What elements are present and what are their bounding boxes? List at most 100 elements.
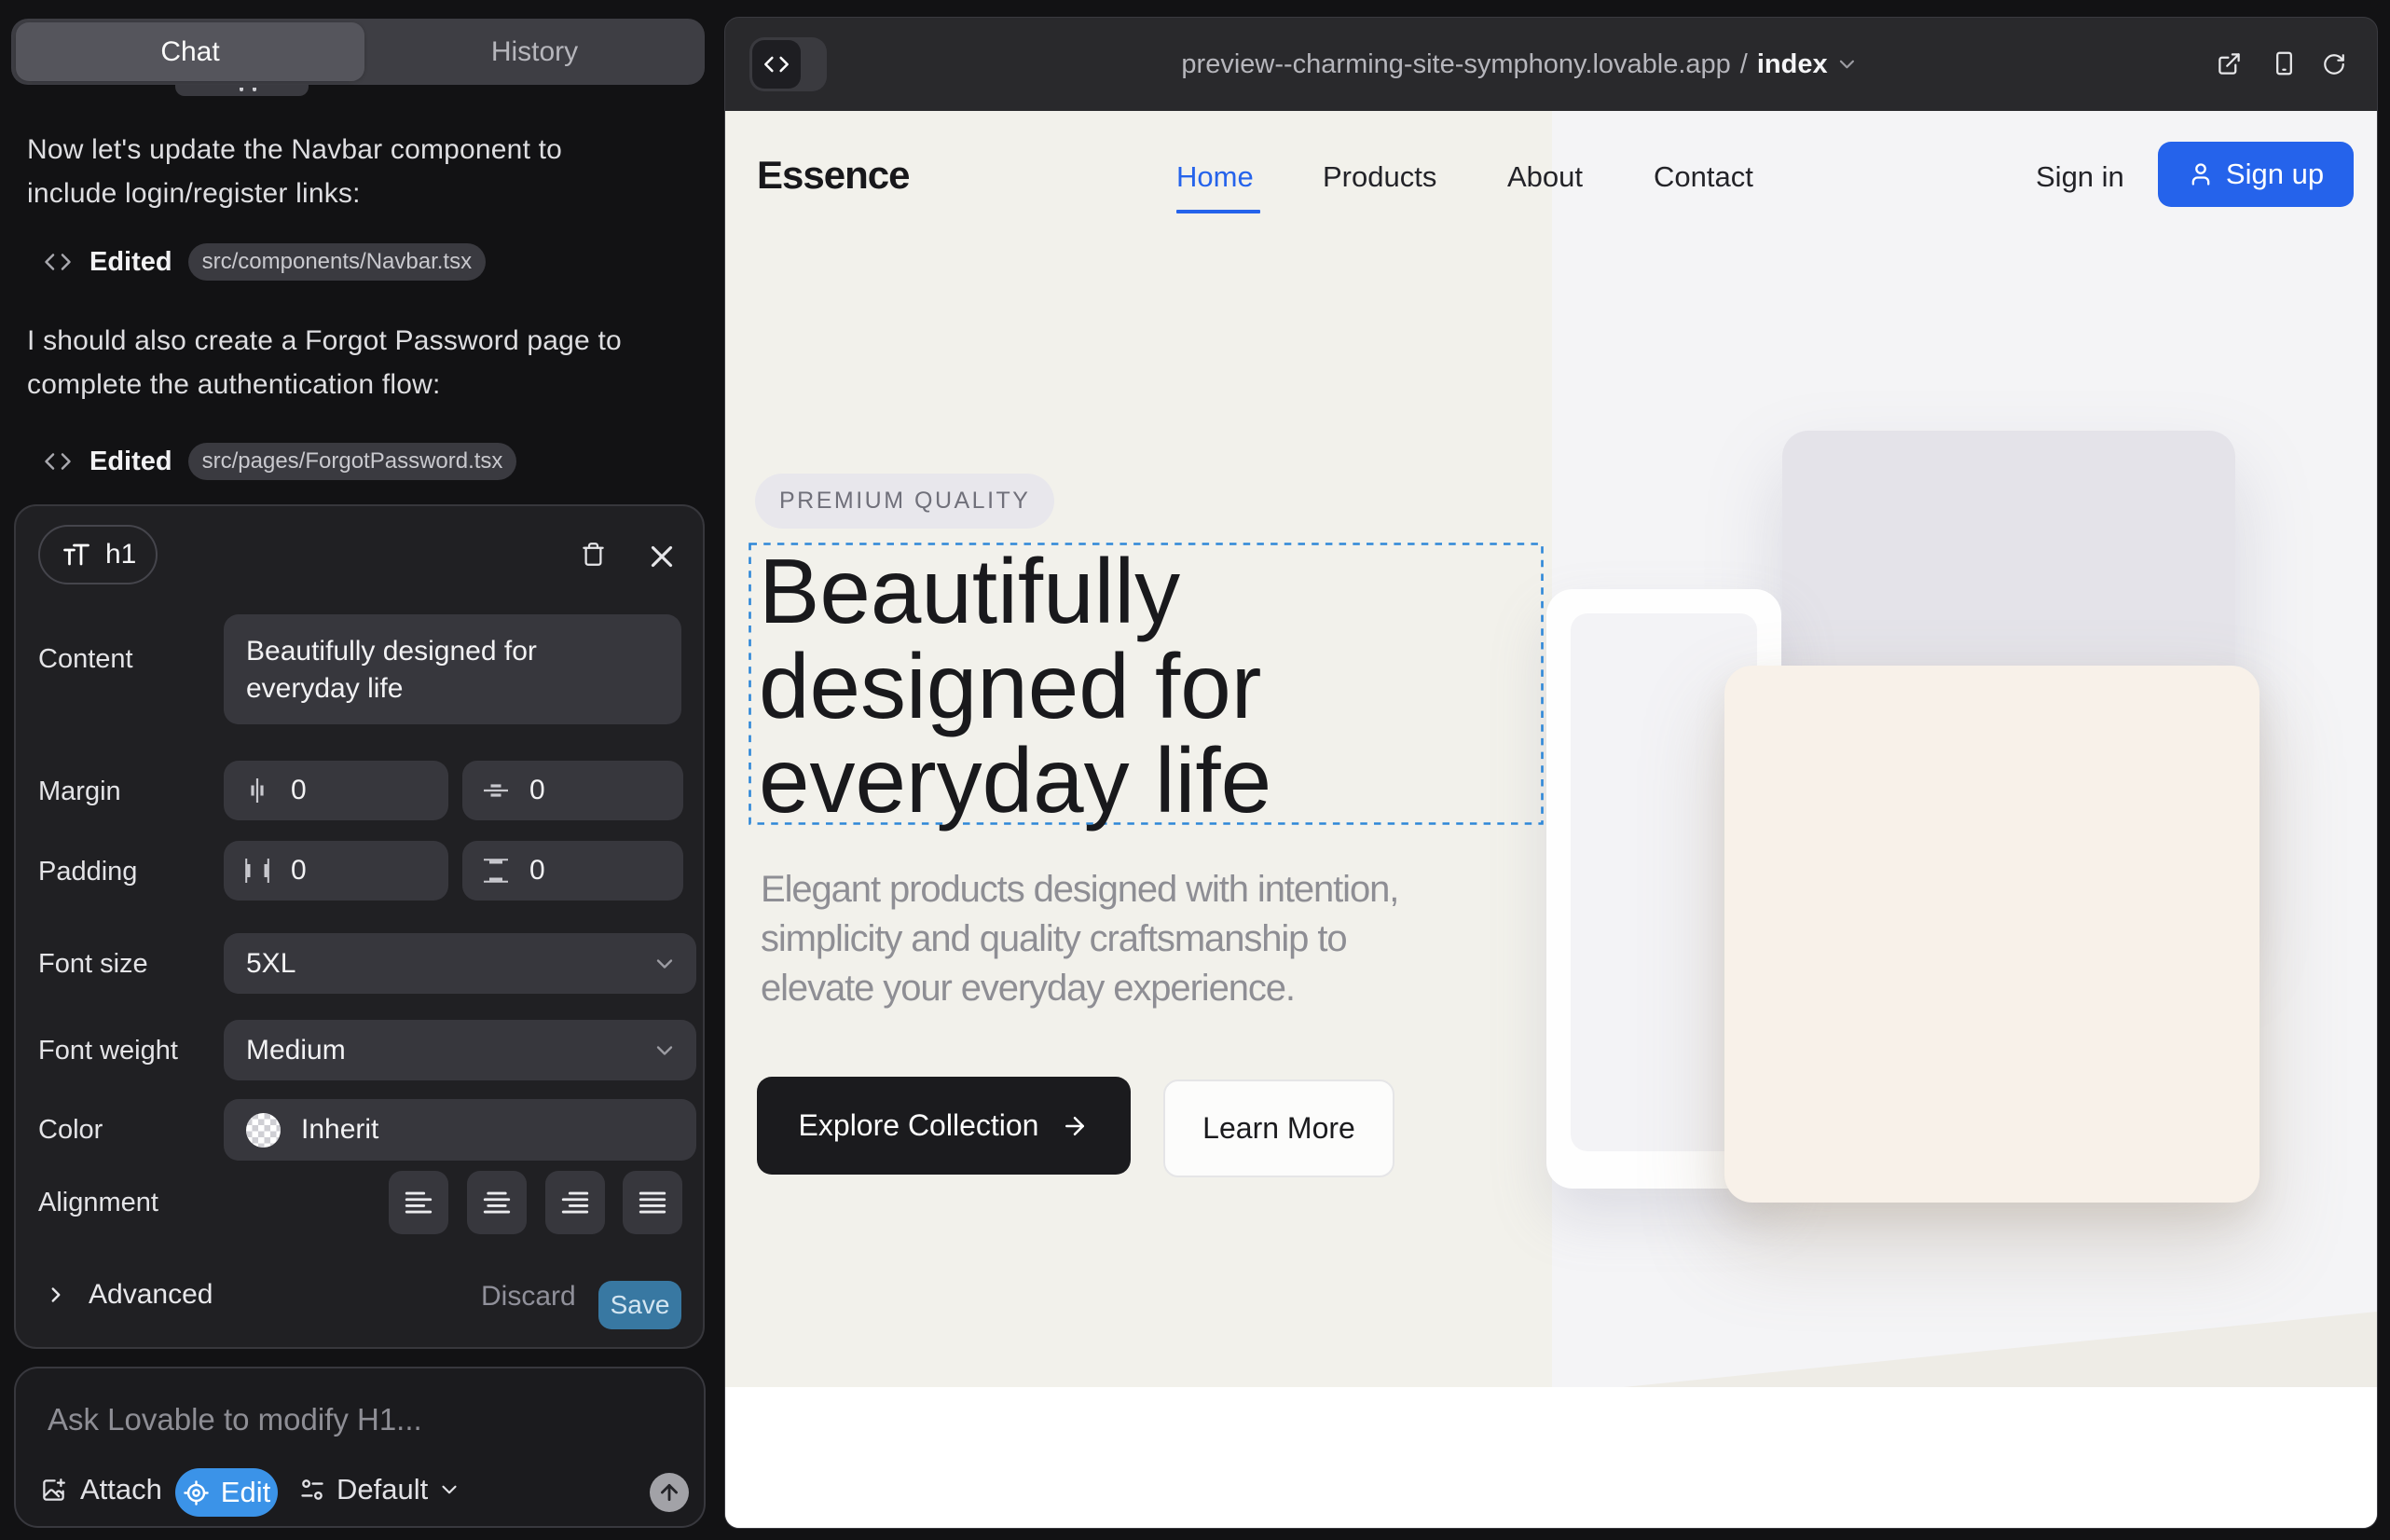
composer-input[interactable]: Ask Lovable to modify H1... (48, 1402, 422, 1437)
nav-link-home[interactable]: Home (1176, 160, 1254, 194)
tab-chat[interactable]: Chat (16, 22, 364, 81)
code-icon (44, 447, 72, 475)
hero-heading-line: Beautifully (759, 544, 1271, 639)
padding-y-value: 0 (529, 855, 545, 887)
content-label: Content (38, 644, 133, 675)
align-right-button[interactable] (545, 1171, 605, 1234)
learn-more-label: Learn More (1202, 1111, 1355, 1146)
padding-y-input[interactable]: 0 (462, 841, 683, 901)
align-justify-icon (637, 1187, 668, 1218)
margin-y-input[interactable]: 0 (462, 761, 683, 820)
element-tag-chip[interactable]: h1 (38, 525, 158, 584)
align-justify-button[interactable] (623, 1171, 682, 1234)
edited-file-chip[interactable]: src/components/Navbar.tsx (188, 243, 486, 281)
hero-paragraph-line: Elegant products designed with intention… (761, 865, 1398, 914)
tab-history-label: History (491, 36, 578, 68)
attach-button[interactable]: Attach (41, 1473, 162, 1506)
mode-selector[interactable]: Default (299, 1473, 461, 1506)
hero-heading[interactable]: Beautifully designed for everyday life (759, 544, 1271, 829)
margin-y-value: 0 (529, 775, 545, 806)
color-label: Color (38, 1115, 103, 1146)
code-preview-toggle[interactable] (749, 37, 827, 91)
font-weight-select[interactable]: Medium (224, 1020, 696, 1080)
nav-link-about[interactable]: About (1507, 160, 1583, 194)
user-icon (2188, 161, 2214, 187)
code-icon (44, 248, 72, 276)
padding-y-icon (483, 858, 509, 884)
lovable-editor-screen: Chat History Now let's update the Navbar… (0, 0, 2390, 1540)
font-weight-value: Medium (246, 1035, 346, 1066)
site-preview: Essence Home Products About Contact Sign… (725, 111, 2377, 1529)
padding-label: Padding (38, 857, 137, 887)
color-swatch (246, 1113, 281, 1148)
font-weight-label: Font weight (38, 1036, 178, 1066)
chat-message: I should also create a Forgot Password p… (27, 319, 622, 406)
hero-heading-line: designed for (759, 639, 1271, 735)
close-icon[interactable] (644, 539, 680, 574)
learn-more-button[interactable]: Learn More (1163, 1079, 1394, 1177)
element-tag-label: h1 (105, 539, 136, 571)
hero-card-beige (1724, 666, 2260, 1203)
mobile-view-icon[interactable] (2272, 49, 2297, 77)
chevron-down-icon (437, 1478, 461, 1502)
align-left-button[interactable] (389, 1171, 448, 1234)
url-separator: / (1740, 49, 1748, 80)
tab-chat-label: Chat (160, 36, 219, 68)
nav-link-contact[interactable]: Contact (1654, 160, 1753, 194)
color-input[interactable]: Inherit (224, 1099, 696, 1161)
url-page: index (1757, 49, 1828, 80)
send-button[interactable] (650, 1473, 689, 1512)
arrow-right-icon (1061, 1112, 1089, 1140)
composer-toolbar: Attach Edit Default (16, 1468, 704, 1517)
advanced-label: Advanced (89, 1279, 213, 1311)
advanced-expander[interactable]: Advanced (44, 1271, 213, 1319)
image-plus-icon (41, 1478, 66, 1503)
trash-icon[interactable] (581, 541, 606, 568)
clipped-chip[interactable] (175, 85, 309, 96)
chevron-right-icon (44, 1283, 68, 1307)
chat-message: Now let's update the Navbar component to… (27, 128, 562, 215)
chat-history-tabs: Chat History (11, 19, 705, 85)
url-bar[interactable]: preview--charming-site-symphony.lovable.… (1181, 18, 1859, 111)
content-value-line: Beautifully designed for (246, 633, 659, 670)
font-size-select[interactable]: 5XL (224, 933, 696, 994)
edited-file-chip[interactable]: src/pages/ForgotPassword.tsx (188, 443, 517, 480)
preview-browser-window: preview--charming-site-symphony.lovable.… (724, 17, 2378, 1529)
edited-label: Edited (89, 247, 172, 278)
margin-label: Margin (38, 777, 121, 807)
content-input[interactable]: Beautifully designed for everyday life (224, 614, 681, 724)
align-center-button[interactable] (467, 1171, 527, 1234)
sign-up-button[interactable]: Sign up (2158, 142, 2354, 207)
content-value-line: everyday life (246, 670, 659, 708)
save-button[interactable]: Save (598, 1281, 681, 1329)
element-editor-panel: h1 Content Beautifully designed for ever… (14, 504, 705, 1349)
alignment-label: Alignment (38, 1188, 158, 1218)
chat-message-line: I should also create a Forgot Password p… (27, 319, 622, 363)
hero-paragraph: Elegant products designed with intention… (761, 865, 1398, 1013)
align-center-icon (481, 1187, 513, 1218)
refresh-icon[interactable] (2322, 52, 2346, 76)
margin-x-value: 0 (291, 775, 307, 806)
decorative-wedge (1552, 1211, 2377, 1387)
margin-x-icon (244, 777, 270, 804)
hero-paragraph-line: elevate your everyday experience. (761, 964, 1398, 1013)
url-host: preview--charming-site-symphony.lovable.… (1181, 49, 1730, 80)
tab-history[interactable]: History (364, 19, 705, 85)
nav-active-underline (1176, 210, 1260, 213)
open-external-icon[interactable] (2217, 51, 2242, 76)
chat-message-line: Now let's update the Navbar component to (27, 128, 562, 172)
font-size-label: Font size (38, 949, 148, 980)
nav-link-products[interactable]: Products (1323, 160, 1436, 194)
padding-x-input[interactable]: 0 (224, 841, 448, 901)
explore-collection-button[interactable]: Explore Collection (757, 1077, 1131, 1175)
margin-x-input[interactable]: 0 (224, 761, 448, 820)
edit-mode-pill[interactable]: Edit (175, 1468, 278, 1517)
edited-file-row: Edited src/pages/ForgotPassword.tsx (44, 443, 516, 480)
edit-label: Edit (221, 1476, 270, 1509)
site-logo[interactable]: Essence (757, 153, 909, 198)
align-right-icon (559, 1187, 591, 1218)
sign-in-link[interactable]: Sign in (2036, 160, 2124, 194)
align-left-icon (403, 1187, 434, 1218)
discard-button[interactable]: Discard (481, 1281, 576, 1313)
padding-x-icon (244, 858, 270, 884)
